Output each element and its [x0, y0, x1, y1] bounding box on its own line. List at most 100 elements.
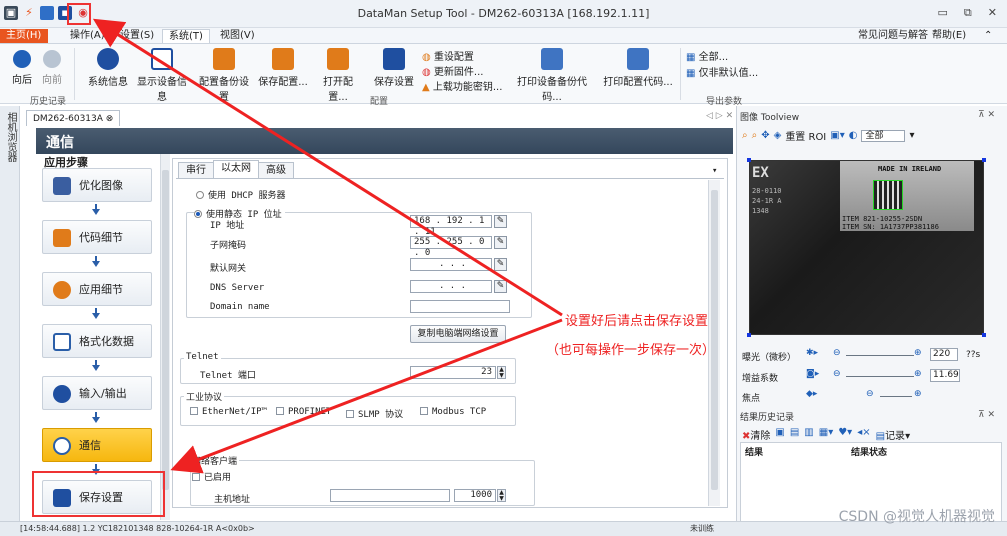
pan-icon[interactable]: ✥	[761, 130, 769, 141]
gain-plus-icon[interactable]: ⊕	[914, 369, 922, 379]
ip-address-field[interactable]: 168 . 192 . 1 . 11	[410, 215, 492, 237]
menu-help[interactable]: 帮助(E)	[926, 29, 972, 43]
view-icon[interactable]: ▣	[775, 427, 784, 442]
view-select[interactable]: 全部	[861, 129, 906, 142]
slmp-checkbox[interactable]: SLMP 协议	[346, 407, 403, 420]
fit-icon[interactable]: ◈	[774, 130, 782, 141]
roi-handle[interactable]	[747, 158, 751, 162]
print-backup-button[interactable]: 打印设备备份代码...	[508, 48, 596, 103]
host-address-field[interactable]	[330, 489, 450, 502]
heart-icon[interactable]: ♥▾	[838, 427, 852, 442]
menu-faq[interactable]: 常见问题与解答	[852, 29, 934, 43]
zoom-out-icon[interactable]: ⌕	[752, 130, 758, 141]
close-button[interactable]: ✕	[988, 6, 997, 20]
telnet-port-spinner[interactable]: ▲ ▼	[497, 366, 506, 379]
edit-dns-button[interactable]: ✎	[494, 280, 507, 293]
record-button[interactable]: ▤记录▾	[876, 427, 910, 442]
step-io[interactable]: 输入/输出	[42, 376, 152, 410]
exposure-value-field[interactable]: 220	[930, 348, 958, 361]
step-app-details[interactable]: 应用细节	[42, 272, 152, 306]
exposure-minus-icon[interactable]: ⊖	[833, 348, 841, 358]
focus-minus-icon[interactable]: ⊖	[866, 389, 874, 399]
clear-history-button[interactable]: ✖清除	[742, 427, 770, 442]
checkbox[interactable]	[276, 407, 284, 415]
client-port-spinner[interactable]: ▲ ▼	[497, 489, 506, 502]
forward-button[interactable]: 向前	[38, 50, 66, 86]
tab-advanced[interactable]: 高级	[258, 162, 294, 178]
gain-minus-icon[interactable]: ⊖	[833, 369, 841, 379]
dns-field[interactable]: . . .	[410, 280, 492, 293]
color-icon[interactable]: ◐	[849, 130, 858, 141]
ethernet-ip-checkbox[interactable]: EtherNet/IP™	[190, 407, 267, 417]
step-communication[interactable]: 通信	[42, 428, 152, 462]
edit-mask-button[interactable]: ✎	[494, 236, 507, 249]
domain-field[interactable]	[410, 300, 510, 313]
tab-ethernet[interactable]: 以太网	[213, 160, 259, 178]
view-icon[interactable]: ▤	[790, 427, 799, 442]
menu-operate[interactable]: 操作(A)	[64, 29, 111, 43]
checkbox[interactable]	[420, 407, 428, 415]
menu-settings[interactable]: 设置(S)	[114, 29, 160, 43]
gateway-field[interactable]: . . .	[410, 258, 492, 271]
exposure-mode-icon[interactable]: ✱▸	[806, 348, 818, 358]
menu-home[interactable]: 主页(H)	[0, 29, 48, 43]
step-code-details[interactable]: 代码细节	[42, 220, 152, 254]
tab-serial[interactable]: 串行	[178, 162, 214, 178]
back-button[interactable]: 向后	[8, 50, 36, 86]
checkbox[interactable]	[192, 473, 200, 481]
upload-key-button[interactable]: ▲ 上载功能密钥...	[422, 78, 502, 93]
document-nav[interactable]: ◁ ▷ ✕	[706, 111, 733, 121]
config-backup-button[interactable]: 配置备份设置	[196, 48, 252, 103]
copy-pc-network-button[interactable]: 复制电脑端网络设置	[410, 325, 506, 343]
menu-system[interactable]: 系统(T)	[162, 29, 210, 43]
checkbox[interactable]	[190, 407, 198, 415]
pin-icon[interactable]: ⊼ ✕	[978, 110, 995, 120]
modbus-checkbox[interactable]: Modbus TCP	[420, 407, 486, 417]
export-nondefault-button[interactable]: ▦ 仅非默认值...	[686, 64, 758, 79]
view-icon[interactable]: ▥	[804, 427, 813, 442]
close-tab-icon[interactable]: ⊗	[106, 114, 114, 124]
client-port-field[interactable]: 1000	[454, 489, 496, 502]
exposure-slider[interactable]	[846, 355, 914, 356]
save-config-button[interactable]: 保存配置...	[258, 48, 308, 88]
gain-mode-icon[interactable]: ◙▸	[806, 369, 819, 379]
roi-handle[interactable]	[747, 333, 751, 337]
telnet-port-field[interactable]: 23	[410, 366, 496, 379]
tab-dropdown-icon[interactable]: ▾	[712, 166, 717, 176]
focus-plus-icon[interactable]: ⊕	[914, 389, 922, 399]
ribbon-collapse-button[interactable]: ⌃	[978, 29, 998, 43]
sound-icon[interactable]: ◂×	[857, 427, 870, 442]
update-fw-button[interactable]: ◍ 更新固件...	[422, 63, 483, 78]
print-config-button[interactable]: 打印配置代码...	[600, 48, 676, 88]
zoom-in-icon[interactable]: ⌕	[742, 130, 748, 141]
focus-slider[interactable]	[880, 396, 912, 397]
checkbox[interactable]	[346, 410, 354, 418]
static-ip-radio[interactable]	[194, 210, 202, 218]
reset-roi-button[interactable]: 重置 ROI	[785, 128, 826, 143]
dhcp-radio[interactable]	[196, 191, 204, 199]
client-enabled-checkbox[interactable]: 已启用	[192, 470, 231, 483]
gain-value-field[interactable]: 11.69	[930, 369, 960, 382]
dhcp-option[interactable]: 使用 DHCP 服务器	[196, 188, 286, 201]
reset-config-button[interactable]: ◍ 重设配置	[422, 48, 474, 63]
overlay-icon[interactable]: ▣▾	[830, 130, 844, 141]
save-settings-ribbon-button[interactable]: 保存设置	[372, 48, 416, 88]
gain-slider[interactable]	[846, 376, 914, 377]
roi-handle[interactable]	[982, 158, 986, 162]
steps-scrollbar[interactable]	[160, 154, 170, 520]
chevron-down-icon[interactable]: ▾	[909, 130, 914, 141]
filter-icon[interactable]: ▦▾	[819, 427, 833, 442]
open-config-button[interactable]: 打开配置...	[316, 48, 360, 103]
minimize-button[interactable]: ▭	[938, 6, 948, 20]
edit-ip-button[interactable]: ✎	[494, 215, 507, 228]
restore-button[interactable]: ⧉	[964, 6, 972, 20]
export-all-button[interactable]: ▦ 全部...	[686, 48, 728, 63]
roi-handle[interactable]	[982, 333, 986, 337]
device-tab[interactable]: DM262-60313A ⊗	[26, 110, 121, 126]
scroll-thumb[interactable]	[162, 170, 169, 490]
menu-view[interactable]: 视图(V)	[214, 29, 261, 43]
step-optimize-image[interactable]: 优化图像	[42, 168, 152, 202]
sysinfo-button[interactable]: 系统信息	[86, 48, 130, 88]
show-device-button[interactable]: 显示设备信息	[134, 48, 190, 103]
step-format-data[interactable]: 格式化数据	[42, 324, 152, 358]
